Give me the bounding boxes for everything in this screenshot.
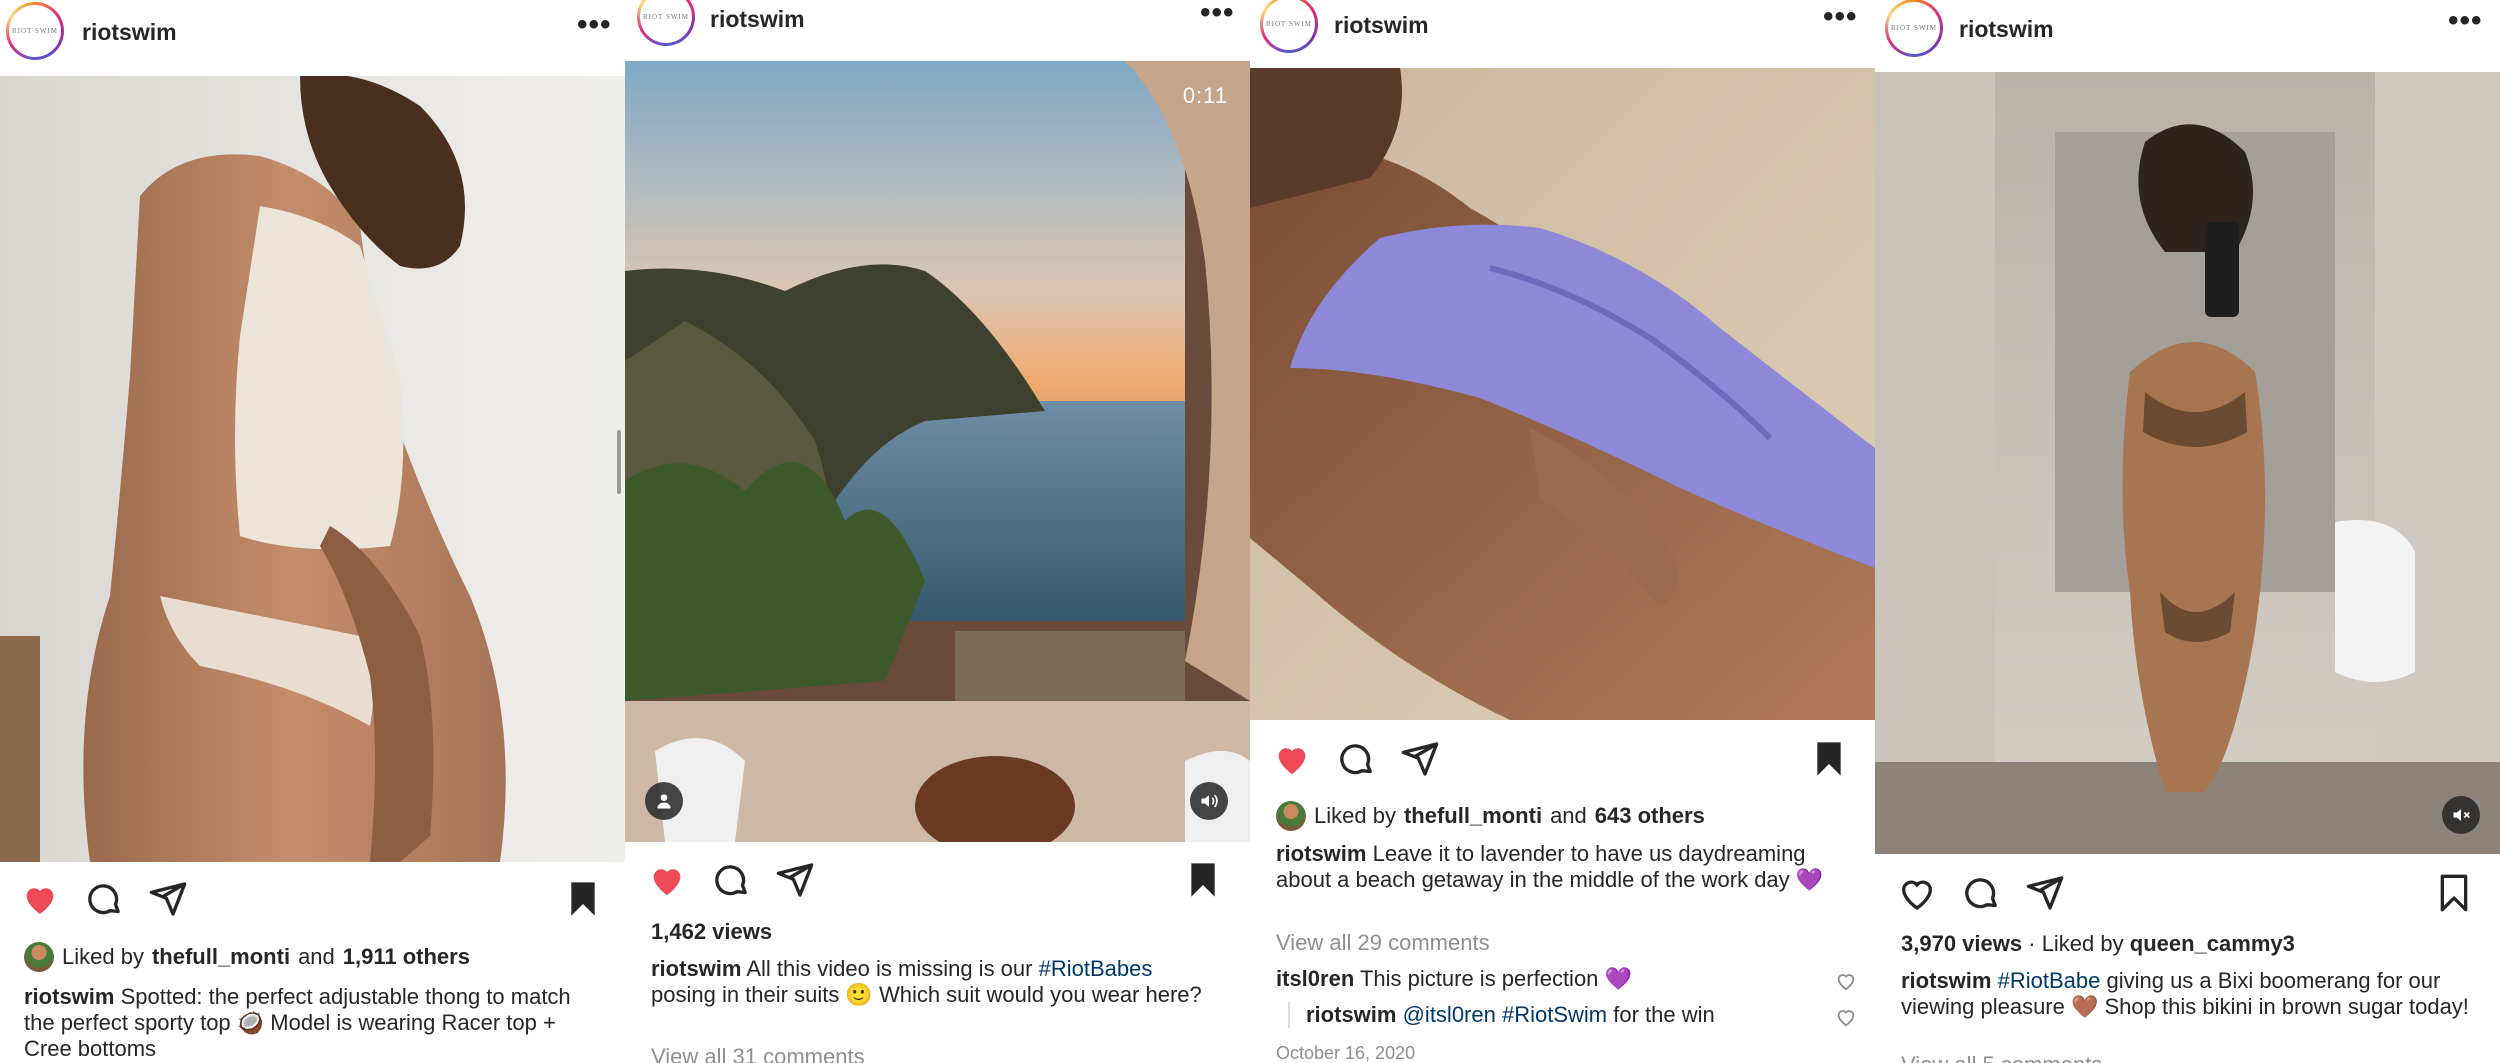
username[interactable]: riotswim [82, 19, 177, 46]
post-video[interactable] [1875, 72, 2500, 854]
share-icon[interactable] [1400, 739, 1440, 779]
caption: riotswim Spotted: the perfect adjustable… [24, 984, 571, 1061]
like-heart-icon[interactable] [20, 879, 60, 919]
volume-icon[interactable] [1190, 782, 1228, 820]
action-bar [0, 879, 625, 923]
reply-comment: riotswim @itsl0ren #RiotSwim for the win [1306, 1002, 1715, 1027]
reply-thread-line [1288, 1002, 1290, 1028]
save-bookmark-icon[interactable] [1183, 860, 1223, 900]
action-bar [625, 860, 1250, 904]
profile-avatar[interactable]: RIOT SWIM [1260, 0, 1318, 53]
liked-by: Liked by thefull_monti and 643 others [1276, 801, 1705, 831]
post-2: RIOT SWIM riotswim ••• 0:11 1,462 views … [625, 0, 1250, 1063]
profile-avatar[interactable]: RIOT SWIM [637, 0, 695, 46]
view-all-comments-link[interactable]: View all 29 comments [1276, 930, 1490, 956]
tagged-people-icon[interactable] [645, 782, 683, 820]
action-bar [1250, 739, 1875, 783]
post-photo[interactable] [0, 76, 625, 862]
like-heart-icon[interactable] [1272, 739, 1312, 779]
post-4: RIOT SWIM riotswim ••• 3,970 views · Lik… [1875, 0, 2500, 1063]
video-timer: 0:11 [1182, 83, 1228, 108]
username[interactable]: riotswim [1959, 16, 2054, 43]
caption: riotswim All this video is missing is ou… [651, 956, 1202, 1007]
post-1: RIOT SWIM riotswim ••• Liked by thefull_… [0, 0, 625, 1063]
like-heart-icon[interactable] [647, 860, 687, 900]
photo-back-thong-model [0, 76, 625, 862]
reply-like-heart-icon[interactable] [1835, 1006, 1857, 1028]
comment-like-heart-icon[interactable] [1835, 970, 1857, 992]
like-heart-icon[interactable] [1897, 873, 1937, 913]
profile-avatar[interactable]: RIOT SWIM [1885, 0, 1943, 57]
save-bookmark-icon[interactable] [2434, 873, 2474, 913]
comment: itsl0ren This picture is perfection 💜 [1276, 966, 1632, 991]
video-sunset-cliffs [625, 61, 1250, 842]
username[interactable]: riotswim [710, 6, 805, 33]
post-3: RIOT SWIM riotswim ••• Liked by thefull_… [1250, 0, 1875, 1063]
view-all-comments-link[interactable]: View all 31 comments [651, 1044, 865, 1063]
liked-by: Liked by thefull_monti and 1,911 others [24, 942, 470, 972]
caption: riotswim Leave it to lavender to have us… [1276, 841, 1824, 892]
comment-icon[interactable] [1336, 739, 1376, 779]
more-options-icon[interactable]: ••• [577, 10, 612, 40]
post-video[interactable]: 0:11 [625, 61, 1250, 842]
comment-icon[interactable] [711, 860, 751, 900]
more-options-icon[interactable]: ••• [1823, 2, 1858, 32]
comment-icon[interactable] [1961, 873, 2001, 913]
liker-avatar[interactable] [1276, 801, 1306, 831]
more-options-icon[interactable]: ••• [2448, 6, 2483, 36]
profile-avatar[interactable]: RIOT SWIM [6, 2, 64, 60]
share-icon[interactable] [148, 879, 188, 919]
save-bookmark-icon[interactable] [563, 879, 603, 919]
share-icon[interactable] [775, 860, 815, 900]
view-count[interactable]: 1,462 views [651, 919, 772, 945]
scroll-indicator[interactable] [617, 430, 621, 494]
save-bookmark-icon[interactable] [1809, 739, 1849, 779]
post-photo[interactable] [1250, 68, 1875, 720]
liker-avatar[interactable] [24, 942, 54, 972]
caption: riotswim #RiotBabe giving us a Bixi boom… [1901, 968, 2469, 1019]
username[interactable]: riotswim [1334, 12, 1429, 39]
view-all-comments-link[interactable]: View all 5 comments [1901, 1052, 2102, 1063]
share-icon[interactable] [2025, 873, 2065, 913]
views-and-likes: 3,970 views · Liked by queen_cammy3 [1901, 931, 2295, 956]
action-bar [1875, 873, 2500, 917]
photo-lavender-swimsuit-sand [1250, 68, 1875, 720]
video-mirror-selfie-bikini [1875, 72, 2500, 854]
comment-icon[interactable] [84, 879, 124, 919]
more-options-icon[interactable]: ••• [1200, 0, 1235, 28]
muted-volume-icon[interactable] [2442, 796, 2480, 834]
post-date: October 16, 2020 [1276, 1043, 1416, 1063]
